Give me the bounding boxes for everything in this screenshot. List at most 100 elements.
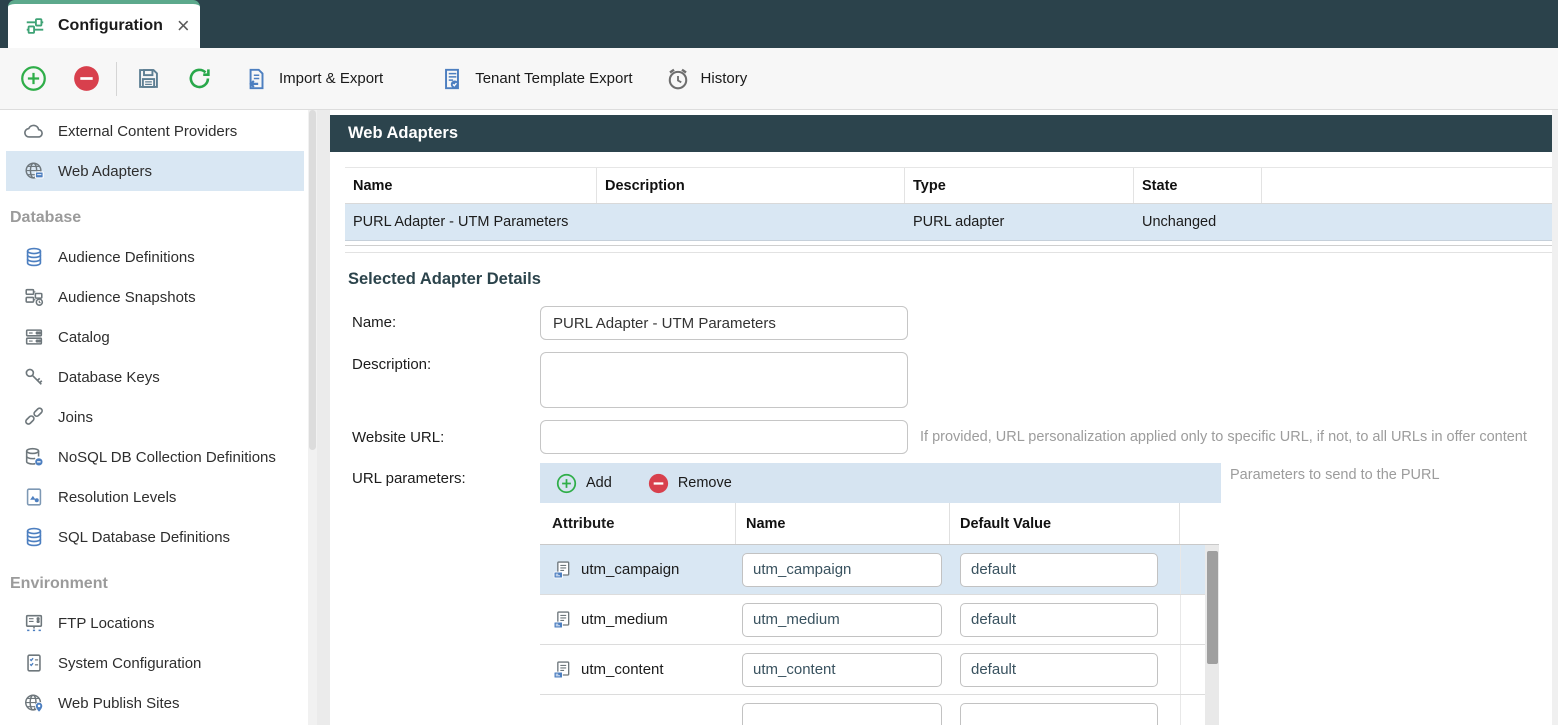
plus-circle-icon [556,473,577,494]
param-name-input[interactable] [742,703,942,725]
param-default-value-input[interactable] [960,553,1158,587]
minus-circle-icon [73,65,100,92]
adapters-grid: Name Description Type State PURL Adapter… [345,167,1552,253]
param-row-utm-content[interactable]: utm_content [540,645,1219,695]
website-url-hint: If provided, URL personalization applied… [920,429,1552,445]
param-attribute-label: utm_campaign [581,561,679,578]
sidebar-scrollbar-thumb[interactable] [309,110,316,450]
sidebar-scrollbar[interactable] [308,110,317,725]
toolbar-divider [116,62,117,96]
url-parameters-toolbar: Add Remove [540,463,1221,503]
globe-window-icon [23,160,45,182]
url-parameters-panel: Add Remove Attribute Name Defau [540,463,1221,725]
param-add-button[interactable]: Add [556,473,612,494]
main-content: Web Adapters Name Description Type State… [330,110,1552,725]
params-table: Attribute Name Default Value [540,503,1219,725]
main-scrollbar-gutter[interactable] [1552,110,1558,725]
sidebar-item-label: Database Keys [58,369,160,386]
sidebar-item-database-keys[interactable]: Database Keys [6,357,304,397]
param-attribute-label: utm_content [581,661,664,678]
param-remove-button[interactable]: Remove [648,473,732,494]
sidebar-item-label: Web Publish Sites [58,695,179,712]
url-parameters-hint: Parameters to send to the PURL [1230,467,1530,483]
attribute-field-icon [552,660,572,680]
tab-configuration[interactable]: Configuration × [8,0,200,48]
refresh-button[interactable] [186,65,213,92]
section-divider [345,245,1552,253]
floppy-disk-icon [135,65,162,92]
param-column-attribute: Attribute [540,503,736,544]
url-parameters-label: URL parameters: [352,470,466,487]
sidebar-item-label: Joins [58,409,93,426]
cloud-icon [23,120,45,142]
adapters-grid-header: Name Description Type State [345,167,1552,204]
history-button[interactable]: History [665,66,748,92]
tenant-template-export-icon [439,66,465,92]
param-default-value-input[interactable] [960,703,1158,725]
name-field[interactable] [540,306,908,340]
tenant-template-export-button[interactable]: Tenant Template Export [439,66,632,92]
param-row-utm-medium[interactable]: utm_medium [540,595,1219,645]
save-button[interactable] [135,65,162,92]
sidebar-item-system-configuration[interactable]: System Configuration [6,643,304,683]
sidebar-item-nosql-db-collection-definitions[interactable]: NoSQL DB Collection Definitions [6,437,304,477]
attribute-field-icon [552,560,572,580]
sidebar-item-ftp-locations[interactable]: FTP Locations [6,603,304,643]
sidebar-section-database: Database [0,191,308,237]
panel-header: Web Adapters [330,115,1552,152]
sliders-icon [24,15,46,37]
sidebar-item-label: System Configuration [58,655,201,672]
adapter-name-cell: PURL Adapter - UTM Parameters [345,204,597,240]
param-row-utm-campaign[interactable]: utm_campaign [540,545,1219,595]
import-export-label: Import & Export [279,70,383,87]
description-field[interactable] [540,352,908,408]
param-column-default-value: Default Value [950,503,1180,544]
plus-circle-icon [20,65,47,92]
refresh-icon [186,65,213,92]
sidebar-item-web-publish-sites[interactable]: Web Publish Sites [6,683,304,723]
adapter-row-selected[interactable]: PURL Adapter - UTM Parameters PURL adapt… [345,204,1552,241]
params-scrollbar-thumb[interactable] [1207,551,1218,664]
server-monitor-icon [23,612,45,634]
import-export-button[interactable]: Import & Export [243,66,383,92]
param-default-value-input[interactable] [960,603,1158,637]
sidebar-section-environment: Environment [0,557,308,603]
column-header-filler [1262,168,1552,203]
close-icon[interactable]: × [175,15,192,37]
sidebar-item-resolution-levels[interactable]: Resolution Levels [6,477,304,517]
history-label: History [701,70,748,87]
sidebar-item-web-adapters[interactable]: Web Adapters [6,151,304,191]
sidebar-item-audience-definitions[interactable]: Audience Definitions [6,237,304,277]
param-name-input[interactable] [742,553,942,587]
param-attribute-label: utm_medium [581,611,668,628]
params-table-header: Attribute Name Default Value [540,503,1219,545]
column-header-name: Name [345,168,597,203]
param-row-partial[interactable] [540,695,1219,725]
sidebar-item-joins[interactable]: Joins [6,397,304,437]
sidebar-item-label: Catalog [58,329,110,346]
params-scrollbar[interactable] [1205,545,1219,725]
sidebar-item-catalog[interactable]: Catalog [6,317,304,357]
sidebar-item-audience-snapshots[interactable]: Audience Snapshots [6,277,304,317]
param-column-name: Name [736,503,950,544]
database-icon [23,246,45,268]
tab-title: Configuration [58,17,163,35]
param-name-input[interactable] [742,603,942,637]
name-field-label: Name: [352,314,396,331]
param-default-value-input[interactable] [960,653,1158,687]
links-icon [23,406,45,428]
sidebar-item-sql-database-definitions[interactable]: SQL Database Definitions [6,517,304,557]
sidebar-main-divider [317,110,330,725]
details-heading: Selected Adapter Details [348,270,541,289]
adapter-type-cell: PURL adapter [905,204,1134,240]
add-button[interactable] [20,65,47,92]
document-shapes-icon [23,486,45,508]
column-header-state: State [1134,168,1262,203]
param-name-input[interactable] [742,653,942,687]
tenant-template-export-label: Tenant Template Export [475,70,632,87]
database-icon [23,526,45,548]
remove-button[interactable] [73,65,100,92]
website-url-field[interactable] [540,420,908,454]
sidebar: External Content Providers Web Adapters … [0,110,308,725]
sidebar-item-external-content-providers[interactable]: External Content Providers [6,111,304,151]
